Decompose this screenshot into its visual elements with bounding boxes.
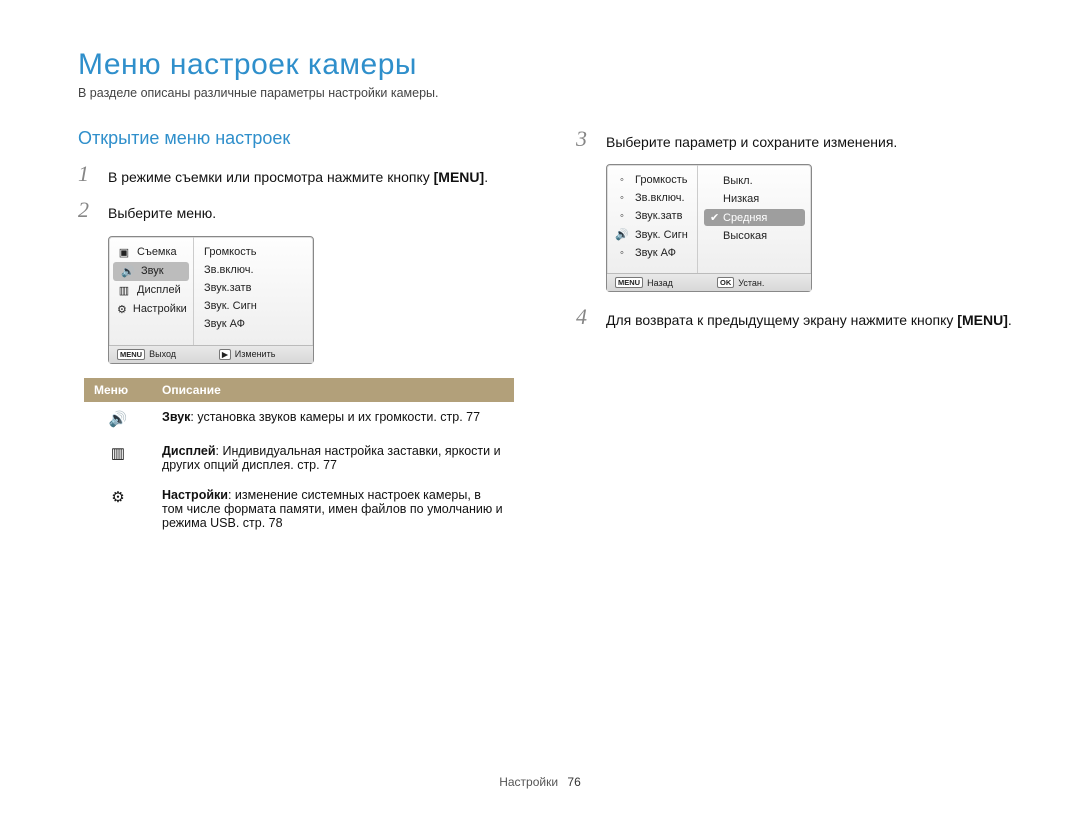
- table-row: ▥Дисплей: Индивидуальная настройка заста…: [84, 436, 514, 480]
- footer-section: Настройки: [499, 775, 558, 789]
- step-number: 1: [78, 163, 100, 187]
- lcd-item-label: Звук: [141, 265, 164, 277]
- lcd-submenu-item: Звук. Сигн: [194, 297, 313, 315]
- ok-key: OK: [717, 277, 734, 288]
- camera-icon: ▣: [117, 246, 131, 259]
- step-text: В режиме съемки или просмотра нажмите кн…: [108, 169, 430, 185]
- step-text: Выберите параметр и сохраните изменения.: [606, 128, 897, 152]
- lcd-item-label: Звук АФ: [635, 247, 676, 259]
- lcd-item-label: Дисплей: [137, 284, 181, 296]
- page-number: 76: [567, 775, 580, 789]
- step-text: Выберите меню.: [108, 199, 216, 223]
- step-text: Для возврата к предыдущему экрану нажмит…: [606, 312, 953, 328]
- lcd-menu-item: ⚙ Настройки: [109, 300, 193, 319]
- lcd-option: Низкая: [704, 191, 805, 207]
- lcd-option-label: Выкл.: [723, 175, 753, 187]
- lcd-submenu-item: Громкость: [194, 243, 313, 261]
- bullet-icon: ◦: [615, 247, 629, 259]
- table-cell-desc: Звук: установка звуков камеры и их громк…: [152, 402, 514, 436]
- step-4: 4 Для возврата к предыдущему экрану нажм…: [576, 306, 1014, 330]
- step-number: 4: [576, 306, 598, 330]
- table-header-menu: Меню: [84, 378, 152, 402]
- lcd-foot-label: Устан.: [738, 278, 764, 288]
- check-icon: ✔: [710, 211, 719, 224]
- table-row: 🔊Звук: установка звуков камеры и их гром…: [84, 402, 514, 436]
- step-2: 2 Выберите меню.: [78, 199, 516, 223]
- page-intro: В разделе описаны различные параметры на…: [78, 86, 1014, 100]
- lcd-item-label: Съемка: [137, 246, 177, 258]
- bullet-icon: ◦: [615, 210, 629, 222]
- bullet-icon: ◦: [615, 192, 629, 204]
- lcd-item-label: Звук. Сигн: [635, 229, 688, 241]
- lcd-menu-item: ◦ Звук АФ: [607, 244, 697, 262]
- lcd-option: Выкл.: [704, 173, 805, 189]
- lcd-menu-item: ▣ Съемка: [109, 243, 193, 262]
- display-icon: ▥: [84, 436, 152, 480]
- lcd-item-label: Звук.затв: [635, 210, 682, 222]
- lcd-item-label: Зв.включ.: [635, 192, 685, 204]
- table-row: ⚙Настройки: изменение системных настроек…: [84, 480, 514, 538]
- menu-key: MENU: [615, 277, 643, 288]
- sound-icon: 🔊: [615, 228, 629, 241]
- manual-page: Меню настроек камеры В разделе описаны р…: [0, 0, 1080, 815]
- lcd-option-label: Средняя: [723, 212, 767, 224]
- lcd-foot-label: Изменить: [235, 349, 276, 359]
- lcd-item-label: Громкость: [635, 174, 687, 186]
- lcd-option: Высокая: [704, 228, 805, 244]
- display-icon: ▥: [117, 284, 131, 297]
- page-title: Меню настроек камеры: [78, 48, 1014, 82]
- table-header-desc: Описание: [152, 378, 514, 402]
- camera-screen-option: ◦ Громкость ◦ Зв.включ. ◦ Звук.затв 🔊 Звук. Сиг…: [606, 164, 812, 292]
- gear-icon: ⚙: [117, 303, 127, 316]
- lcd-submenu-item: Зв.включ.: [194, 261, 313, 279]
- step-number: 2: [78, 199, 100, 223]
- menu-button-label: [MENU]: [957, 312, 1008, 328]
- bullet-icon: ◦: [615, 174, 629, 186]
- sound-icon: 🔊: [84, 402, 152, 436]
- page-footer: Настройки 76: [0, 775, 1080, 789]
- right-column: 3 Выберите параметр и сохраните изменени…: [576, 128, 1014, 538]
- step-number: 3: [576, 128, 598, 152]
- lcd-submenu-item: Звук АФ: [194, 315, 313, 333]
- sound-icon: 🔊: [121, 265, 135, 278]
- lcd-item-label: Настройки: [133, 303, 187, 315]
- lcd-option: ✔ Средняя: [704, 209, 805, 226]
- lcd-menu-item: ◦ Зв.включ.: [607, 189, 697, 207]
- play-key: ▶: [219, 349, 231, 360]
- step-3: 3 Выберите параметр и сохраните изменени…: [576, 128, 1014, 152]
- lcd-menu-item: 🔊 Звук. Сигн: [607, 225, 697, 244]
- lcd-option-label: Низкая: [723, 193, 759, 205]
- step-1: 1 В режиме съемки или просмотра нажмите …: [78, 163, 516, 187]
- lcd-option-label: Высокая: [723, 230, 767, 242]
- camera-screen-menu: ▣ Съемка🔊 Звук ▥ Дисплей ⚙ Настройки Громкость…: [108, 236, 314, 364]
- lcd-menu-item: 🔊 Звук: [113, 262, 189, 281]
- lcd-submenu-item: Звук.затв: [194, 279, 313, 297]
- left-column: Открытие меню настроек 1 В режиме съемки…: [78, 128, 516, 538]
- lcd-menu-item: ▥ Дисплей: [109, 281, 193, 300]
- menu-key: MENU: [117, 349, 145, 360]
- lcd-menu-item: ◦ Звук.затв: [607, 207, 697, 225]
- table-cell-desc: Настройки: изменение системных настроек …: [152, 480, 514, 538]
- menu-description-table: Меню Описание 🔊Звук: установка звуков ка…: [84, 378, 514, 538]
- lcd-foot-label: Выход: [149, 349, 176, 359]
- gear-icon: ⚙: [84, 480, 152, 538]
- menu-button-label: [MENU]: [434, 169, 485, 185]
- lcd-menu-item: ◦ Громкость: [607, 171, 697, 189]
- table-cell-desc: Дисплей: Индивидуальная настройка застав…: [152, 436, 514, 480]
- lcd-foot-label: Назад: [647, 278, 673, 288]
- section-heading: Открытие меню настроек: [78, 128, 516, 149]
